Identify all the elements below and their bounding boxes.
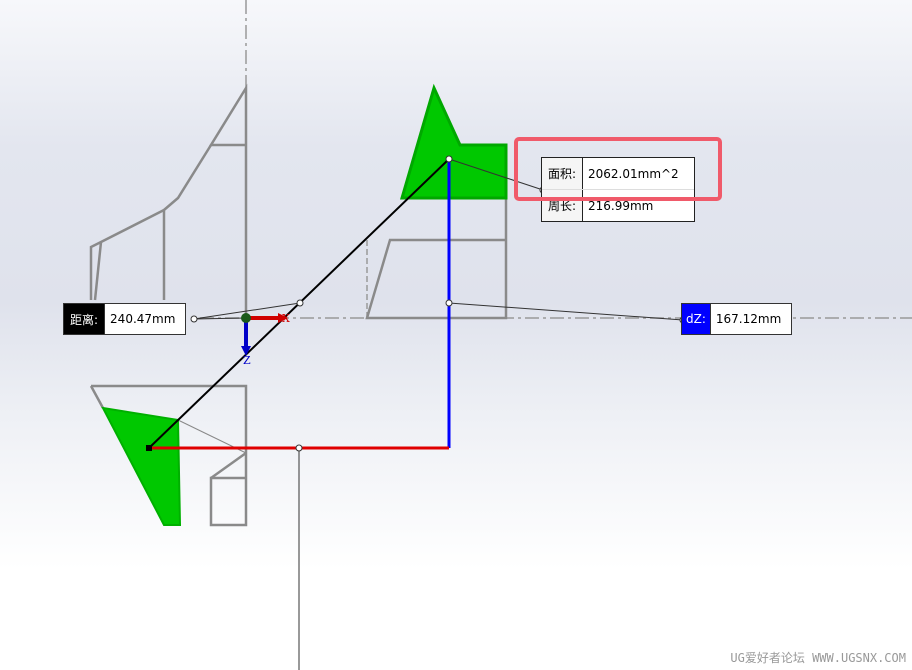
distance-value: 240.47mm (104, 304, 185, 334)
triad: X Z (241, 312, 290, 367)
z-axis-label: Z (243, 354, 251, 367)
graphics-viewport[interactable]: X Z (0, 0, 912, 670)
distance-callout[interactable]: 距离: 240.47mm (63, 303, 187, 335)
watermark: UG爱好者论坛 WWW.UGSNX.COM (730, 651, 906, 665)
selected-face-top[interactable] (400, 83, 508, 200)
dz-label: dZ: (682, 304, 710, 334)
highlight-box (514, 137, 722, 201)
selected-face-bottom[interactable] (101, 406, 182, 526)
x-axis-label: X (282, 312, 290, 325)
distance-label: 距离: (64, 304, 105, 334)
dz-value: 167.12mm (709, 304, 791, 334)
point-marker (146, 445, 152, 451)
dz-callout[interactable]: dZ: 167.12mm (681, 303, 792, 335)
